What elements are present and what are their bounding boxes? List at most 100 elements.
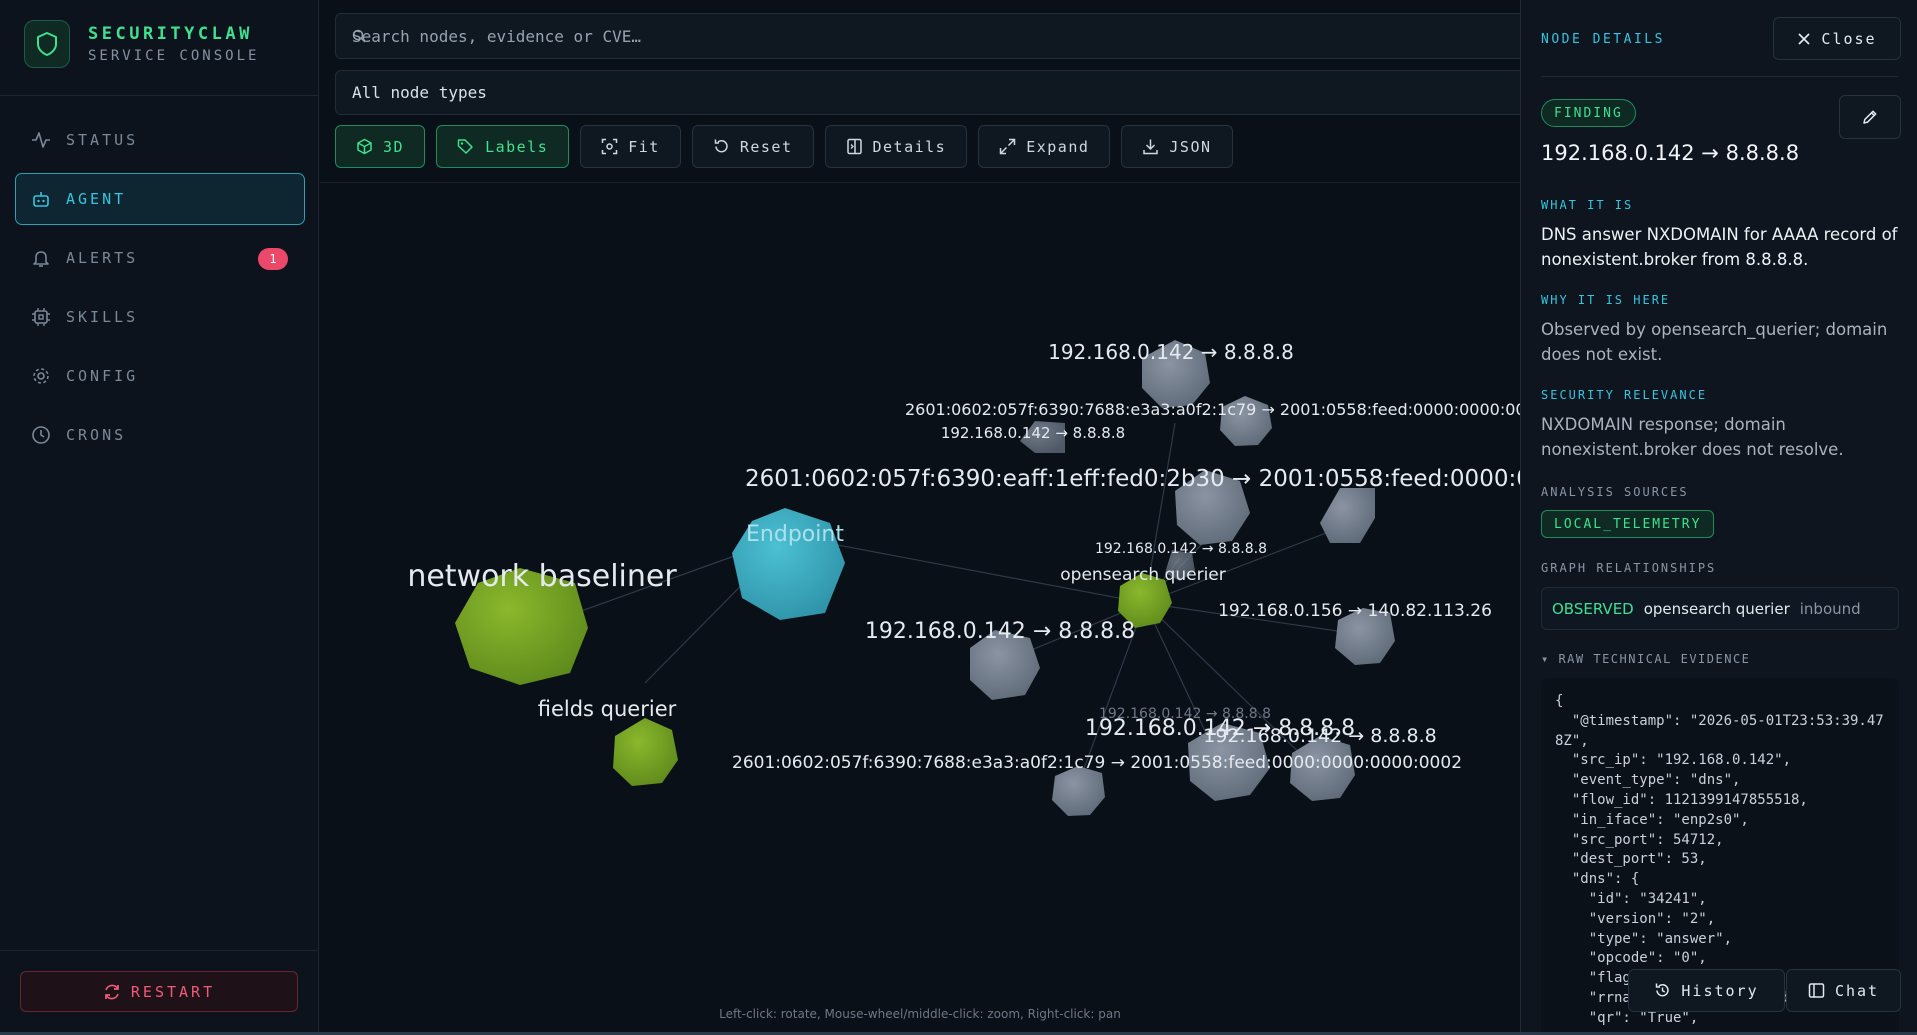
fields-querier-node[interactable]: [613, 718, 678, 786]
robot-icon: [31, 189, 51, 209]
chat-panel-icon: [1808, 983, 1825, 998]
details-button[interactable]: Details: [824, 125, 968, 168]
export-json-button[interactable]: JSON: [1121, 125, 1233, 168]
button-label: Labels: [485, 137, 549, 156]
node-type-filter-select[interactable]: All node types: [335, 70, 1520, 115]
reset-button[interactable]: Reset: [691, 125, 814, 168]
section-label: GRAPH RELATIONSHIPS: [1541, 561, 1717, 575]
graph-label: 192.168.0.142 → 8.8.8.8: [941, 424, 1125, 442]
section-label: WHY IT IS HERE: [1541, 293, 1671, 307]
button-label: 3D: [383, 137, 405, 156]
history-label: History: [1681, 981, 1759, 1000]
graph-label: 192.168.0.142 → 8.8.8.8: [865, 619, 1135, 644]
restart-button[interactable]: RESTART: [20, 971, 298, 1012]
graph-label: 2601:0602:057f:6390:eaff:1eff:fed0:2b30 …: [745, 466, 1520, 492]
panel-icon: [846, 138, 862, 155]
nav-label: SKILLS: [66, 308, 139, 326]
graph-toolbar: 3D Labels Fit Reset Details Expand JSON: [335, 125, 1244, 168]
brand-name: SECURITYCLAW: [88, 24, 253, 44]
analysis-source-badge: LOCAL_TELEMETRY: [1541, 510, 1715, 538]
divider: [0, 95, 319, 96]
section-label: SECURITY RELEVANCE: [1541, 388, 1708, 402]
history-button[interactable]: History: [1628, 969, 1785, 1012]
bell-icon: [31, 248, 51, 268]
what-it-is-text: DNS answer NXDOMAIN for AAAA record of n…: [1541, 225, 1898, 269]
close-button[interactable]: Close: [1773, 17, 1901, 60]
nav: STATUS AGENT ALERTS 1 SKILLS CONFIG CRON…: [15, 114, 305, 468]
nav-label: CONFIG: [66, 367, 139, 385]
chat-button[interactable]: Chat: [1786, 969, 1901, 1012]
graph-label: 2601:0602:057f:6390:7688:e3a3:a0f2:1c79 …: [905, 400, 1520, 419]
close-icon: [1798, 32, 1811, 45]
edit-button[interactable]: [1839, 95, 1901, 139]
graph-label: 192.168.0.142 → 8.8.8.8: [1048, 340, 1294, 364]
nav-label: STATUS: [66, 131, 139, 149]
button-label: Expand: [1026, 137, 1090, 156]
graph-label: 192.168.0.142 → 8.8.8.8: [1095, 541, 1267, 557]
button-label: Fit: [628, 137, 660, 156]
node-title: 192.168.0.142 → 8.8.8.8: [1541, 141, 1800, 165]
pencil-icon: [1863, 110, 1877, 124]
node-type-filter-value: All node types: [352, 83, 487, 102]
toggle-3d-button[interactable]: 3D: [335, 125, 426, 168]
section-label: WHAT IT IS: [1541, 198, 1634, 212]
gear-icon: [31, 366, 51, 386]
graph-label: network baseliner: [407, 559, 677, 594]
brand-subtitle: SERVICE CONSOLE: [88, 48, 260, 64]
raw-evidence-toggle[interactable]: ▾ RAW TECHNICAL EVIDENCE: [1541, 652, 1750, 666]
nav-label: AGENT: [66, 190, 127, 208]
security-relevance-text: NXDOMAIN response; domain nonexistent.br…: [1541, 415, 1844, 459]
rotate-ccw-icon: [714, 139, 728, 153]
section-label: ANALYSIS SOURCES: [1541, 485, 1689, 499]
button-label: JSON: [1169, 137, 1212, 156]
node-kind-badge: FINDING: [1541, 99, 1636, 127]
refresh-icon: [105, 984, 119, 999]
nav-item-agent[interactable]: AGENT: [15, 173, 305, 225]
graph-canvas[interactable]: network baseliner Endpoint fields querie…: [320, 183, 1520, 1035]
graph-label: Endpoint: [746, 522, 844, 547]
nav-item-config[interactable]: CONFIG: [15, 350, 305, 402]
graph-label: 2601:0602:057f:6390:7688:e3a3:a0f2:1c79 …: [732, 753, 1462, 773]
graph-label: fields querier: [538, 697, 677, 721]
chip-icon: [31, 307, 51, 327]
restart-label: RESTART: [130, 982, 216, 1001]
chat-label: Chat: [1834, 981, 1880, 1000]
button-label: Reset: [739, 137, 793, 156]
divider: [1541, 76, 1898, 77]
toggle-labels-button[interactable]: Labels: [436, 125, 570, 168]
nav-item-status[interactable]: STATUS: [15, 114, 305, 166]
sidebar: SECURITYCLAW SERVICE CONSOLE STATUS AGEN…: [0, 0, 319, 1035]
expand-button[interactable]: Expand: [978, 125, 1111, 168]
nav-item-alerts[interactable]: ALERTS 1: [15, 232, 305, 284]
cube-icon: [357, 138, 372, 155]
button-label: Details: [872, 137, 947, 156]
main-area: All node types 3D Labels Fit Reset Detai…: [320, 0, 1520, 1035]
relationship-type: OBSERVED: [1552, 599, 1634, 618]
history-icon: [1656, 983, 1670, 997]
shield-logo-icon: [24, 20, 70, 68]
node-details-panel: NODE DETAILS Close FINDING 192.168.0.142…: [1520, 0, 1917, 1035]
nav-item-skills[interactable]: SKILLS: [15, 291, 305, 343]
graph-node[interactable]: [1052, 766, 1105, 816]
search-input[interactable]: [352, 25, 1454, 47]
focus-icon: [602, 138, 618, 155]
graph-node[interactable]: [1320, 488, 1375, 543]
clock-icon: [31, 425, 51, 445]
search-bar: [335, 13, 1520, 59]
divider: [0, 950, 319, 951]
graph-labels: network baseliner Endpoint fields querie…: [407, 340, 1520, 773]
panel-title: NODE DETAILS: [1541, 32, 1665, 47]
relationship-node: opensearch querier: [1643, 599, 1790, 618]
download-icon: [1143, 139, 1159, 155]
nav-label: CRONS: [66, 426, 127, 444]
fit-button[interactable]: Fit: [580, 125, 681, 168]
search-icon: [352, 28, 366, 47]
relationship-direction: inbound: [1799, 599, 1861, 618]
nav-label: ALERTS: [66, 249, 139, 267]
nav-item-crons[interactable]: CRONS: [15, 409, 305, 461]
why-it-is-here-text: Observed by opensearch_querier; domain d…: [1541, 320, 1888, 364]
graph-label: 192.168.0.156 → 140.82.113.26: [1218, 601, 1492, 621]
close-label: Close: [1821, 29, 1877, 48]
graph-controls-hint: Left-click: rotate, Mouse-wheel/middle-c…: [719, 1007, 1121, 1021]
relationship-item[interactable]: OBSERVED opensearch querier inbound: [1541, 587, 1899, 630]
